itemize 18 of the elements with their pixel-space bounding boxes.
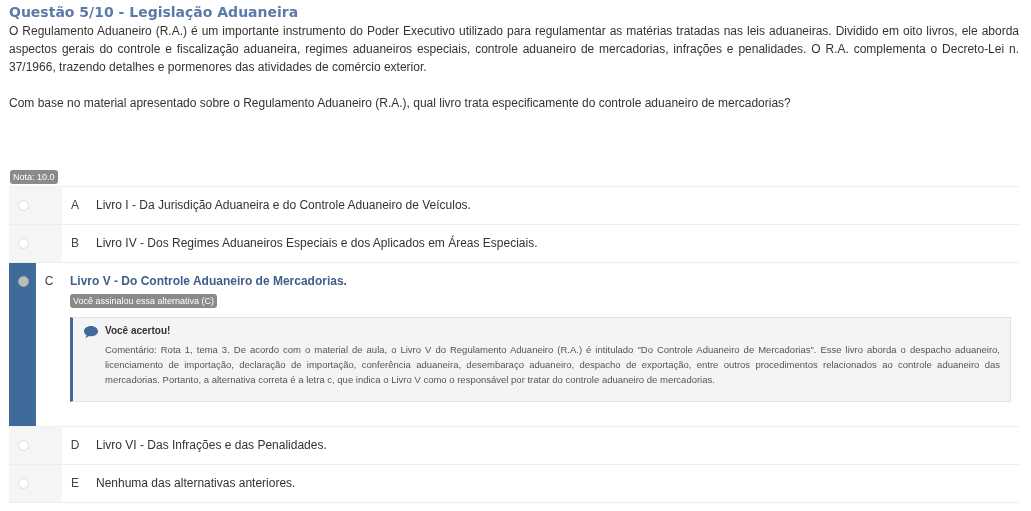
feedback-text: Comentário: Rota 1, tema 3. De acordo com o material de aula, o Livro V do Regulamento Aduaneiro (R.A.) é intitulado "Do Controle Aduaneiro de Mercadorias". Esse livro aborda o despacho aduaneiro, licenciamento de importação, declaração de importação, conferência aduaneira, desembaraço aduaneiro, despacho de exportação, entre outros procedimentos relacionados ao controle aduaneiro das mercadorias. Portanto, a alternativa correta é a letra c, que indica o Livro V como o responsável por tratar do controle aduaneiro de mercadorias.	[105, 343, 1000, 387]
option-text[interactable]: Nenhuma das alternativas anteriores.	[96, 476, 1011, 491]
option-letter: D	[69, 437, 81, 454]
radio-button[interactable]	[18, 276, 29, 287]
option-text[interactable]: Livro I - Da Jurisdição Aduaneira e do Controle Aduaneiro de Veículos.	[96, 198, 1011, 213]
grade-badge: Nota: 10.0	[10, 170, 58, 184]
option-letter: B	[70, 235, 80, 252]
option-text[interactable]: Livro IV - Dos Regimes Aduaneiros Especiais e dos Aplicados em Áreas Especiais.	[96, 236, 1011, 251]
option-text[interactable]: Livro VI - Das Infrações e das Penalidades.	[96, 438, 1011, 453]
question-title: Questão 5/10 - Legislação Aduaneira	[9, 4, 300, 20]
feedback-title: Você acertou!	[105, 325, 172, 336]
option-letter: E	[70, 475, 80, 492]
option-text[interactable]: Livro V - Do Controle Aduaneiro de Mercadorias.	[70, 274, 1011, 289]
intro-paragraph: O Regulamento Aduaneiro (R.A.) é um importante instrumento do Poder Executivo utilizado para regulamentar as matérias tratadas nas leis aduaneiras. Dividido em oito livros, ele aborda aspectos gerais do controle e fiscalização aduaneira, regimes aduaneiros especiais, controle aduaneiro de mercadorias, infrações e penalidades. O R.A. complementa o Decreto-Lei n. 37/1966, trazendo detalhes e pormenores das atividades de comércio exterior.	[9, 23, 1019, 76]
option-letter: A	[70, 197, 80, 214]
speech-bubble-icon	[83, 325, 99, 339]
selection-badge: Você assinalou essa alternativa (C)	[70, 294, 218, 308]
question-text: Com base no material apresentado sobre o Regulamento Aduaneiro (R.A.), qual livro trata especificamente do controle aduaneiro de mercadorias?	[9, 95, 792, 112]
